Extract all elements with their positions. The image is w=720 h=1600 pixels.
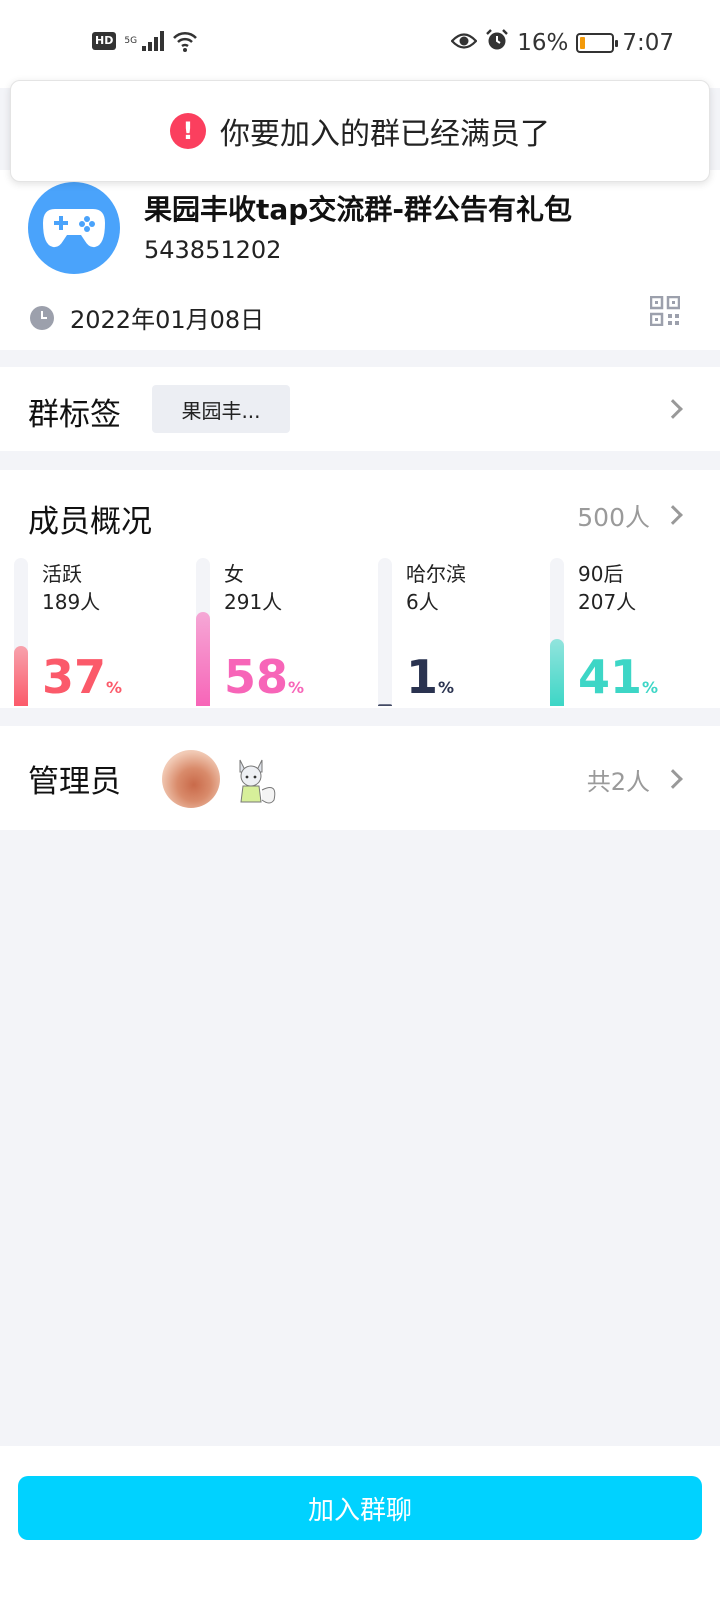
stat-label: 哈尔滨 [406, 562, 466, 586]
stat-label: 女 [224, 562, 244, 586]
stat-bar-fill [14, 646, 28, 706]
alarm-icon [485, 28, 509, 58]
stat-female: 女 291人 58% [196, 558, 366, 706]
stat-bar-fill [196, 612, 210, 706]
stat-percent: 58% [224, 652, 304, 706]
created-date-row: 2022年01月08日 [30, 300, 264, 335]
stat-count: 291人 [224, 590, 283, 614]
group-tag-chip[interactable]: 果园丰... [152, 385, 290, 433]
network-type: 5G [124, 36, 138, 46]
stat-city: 哈尔滨 6人 1% [378, 558, 538, 706]
stat-percent-value: 58 [224, 650, 289, 704]
member-stats: 活跃 189人 37% 女 291人 58% 哈尔滨 6人 1% 90后 207… [0, 558, 720, 706]
group-header: 果园丰收tap交流群-群公告有礼包 543851202 2022年01月08日 [0, 170, 720, 350]
group-avatar[interactable] [28, 182, 120, 274]
battery-level [580, 37, 586, 49]
wifi-icon [172, 30, 198, 52]
chevron-right-icon[interactable] [663, 399, 683, 419]
qr-code-icon[interactable] [649, 295, 681, 330]
eye-icon [450, 30, 478, 56]
stat-active: 活跃 189人 37% [14, 558, 184, 706]
stat-age: 90后 207人 41% [550, 558, 710, 706]
stat-percent-value: 41 [578, 650, 643, 704]
stat-percent-unit: % [438, 678, 455, 697]
stat-bar-track [14, 558, 28, 706]
members-overview-section: 成员概况 500人 活跃 189人 37% 女 291人 58% 哈尔滨 6人 … [0, 470, 720, 708]
bottom-bar: 加入群聊 [0, 1446, 720, 1600]
status-bar: HD 5G 16% 7:07 [0, 0, 720, 88]
group-id: 543851202 [144, 236, 282, 264]
stat-percent-unit: % [642, 678, 659, 697]
stat-label: 90后 [578, 562, 624, 586]
admins-total: 共2人 [586, 768, 650, 796]
admin-avatar[interactable] [226, 750, 284, 808]
exclamation-icon: ! [170, 113, 206, 149]
chevron-right-icon[interactable] [663, 769, 683, 789]
toast-notification: ! 你要加入的群已经满员了 [10, 80, 710, 182]
gamepad-icon [43, 209, 105, 248]
stat-percent-value: 1 [406, 650, 439, 704]
toast-message: 你要加入的群已经满员了 [220, 117, 550, 152]
admins-title: 管理员 [28, 764, 121, 800]
stat-label: 活跃 [42, 562, 82, 586]
hd-badge: HD [92, 32, 117, 50]
members-overview-title: 成员概况 [28, 504, 152, 540]
group-tags-title: 群标签 [28, 397, 121, 433]
battery-percent: 16% [517, 30, 569, 56]
stat-bar-fill [550, 639, 564, 706]
group-tags-section[interactable]: 群标签 果园丰... [0, 367, 720, 451]
stat-bar-track [378, 558, 392, 706]
stat-bar-fill [378, 704, 392, 706]
stat-bar-track [196, 558, 210, 706]
group-name: 果园丰收tap交流群-群公告有礼包 [144, 193, 572, 226]
clock-time: 7:07 [622, 30, 674, 56]
chevron-right-icon[interactable] [663, 505, 683, 525]
stat-percent-unit: % [106, 678, 123, 697]
join-group-button[interactable]: 加入群聊 [18, 1476, 702, 1540]
battery-icon [576, 33, 619, 53]
stat-count: 207人 [578, 590, 637, 614]
signal-icon [142, 31, 165, 51]
admins-section[interactable]: 管理员 共2人 [0, 726, 720, 830]
created-date: 2022年01月08日 [70, 306, 265, 334]
stat-percent: 41% [578, 652, 658, 706]
stat-count: 6人 [406, 590, 439, 614]
stat-percent: 1% [406, 652, 454, 706]
status-left: HD 5G [92, 30, 198, 52]
stat-percent-value: 37 [42, 650, 107, 704]
stat-count: 189人 [42, 590, 101, 614]
admin-avatar[interactable] [162, 750, 220, 808]
status-right: 16% 7:07 [450, 28, 674, 58]
stat-bar-track [550, 558, 564, 706]
stat-percent: 37% [42, 652, 122, 706]
anime-character-avatar [239, 759, 276, 804]
clock-icon [30, 305, 54, 330]
members-total[interactable]: 500人 [577, 498, 650, 534]
stat-percent-unit: % [288, 678, 305, 697]
